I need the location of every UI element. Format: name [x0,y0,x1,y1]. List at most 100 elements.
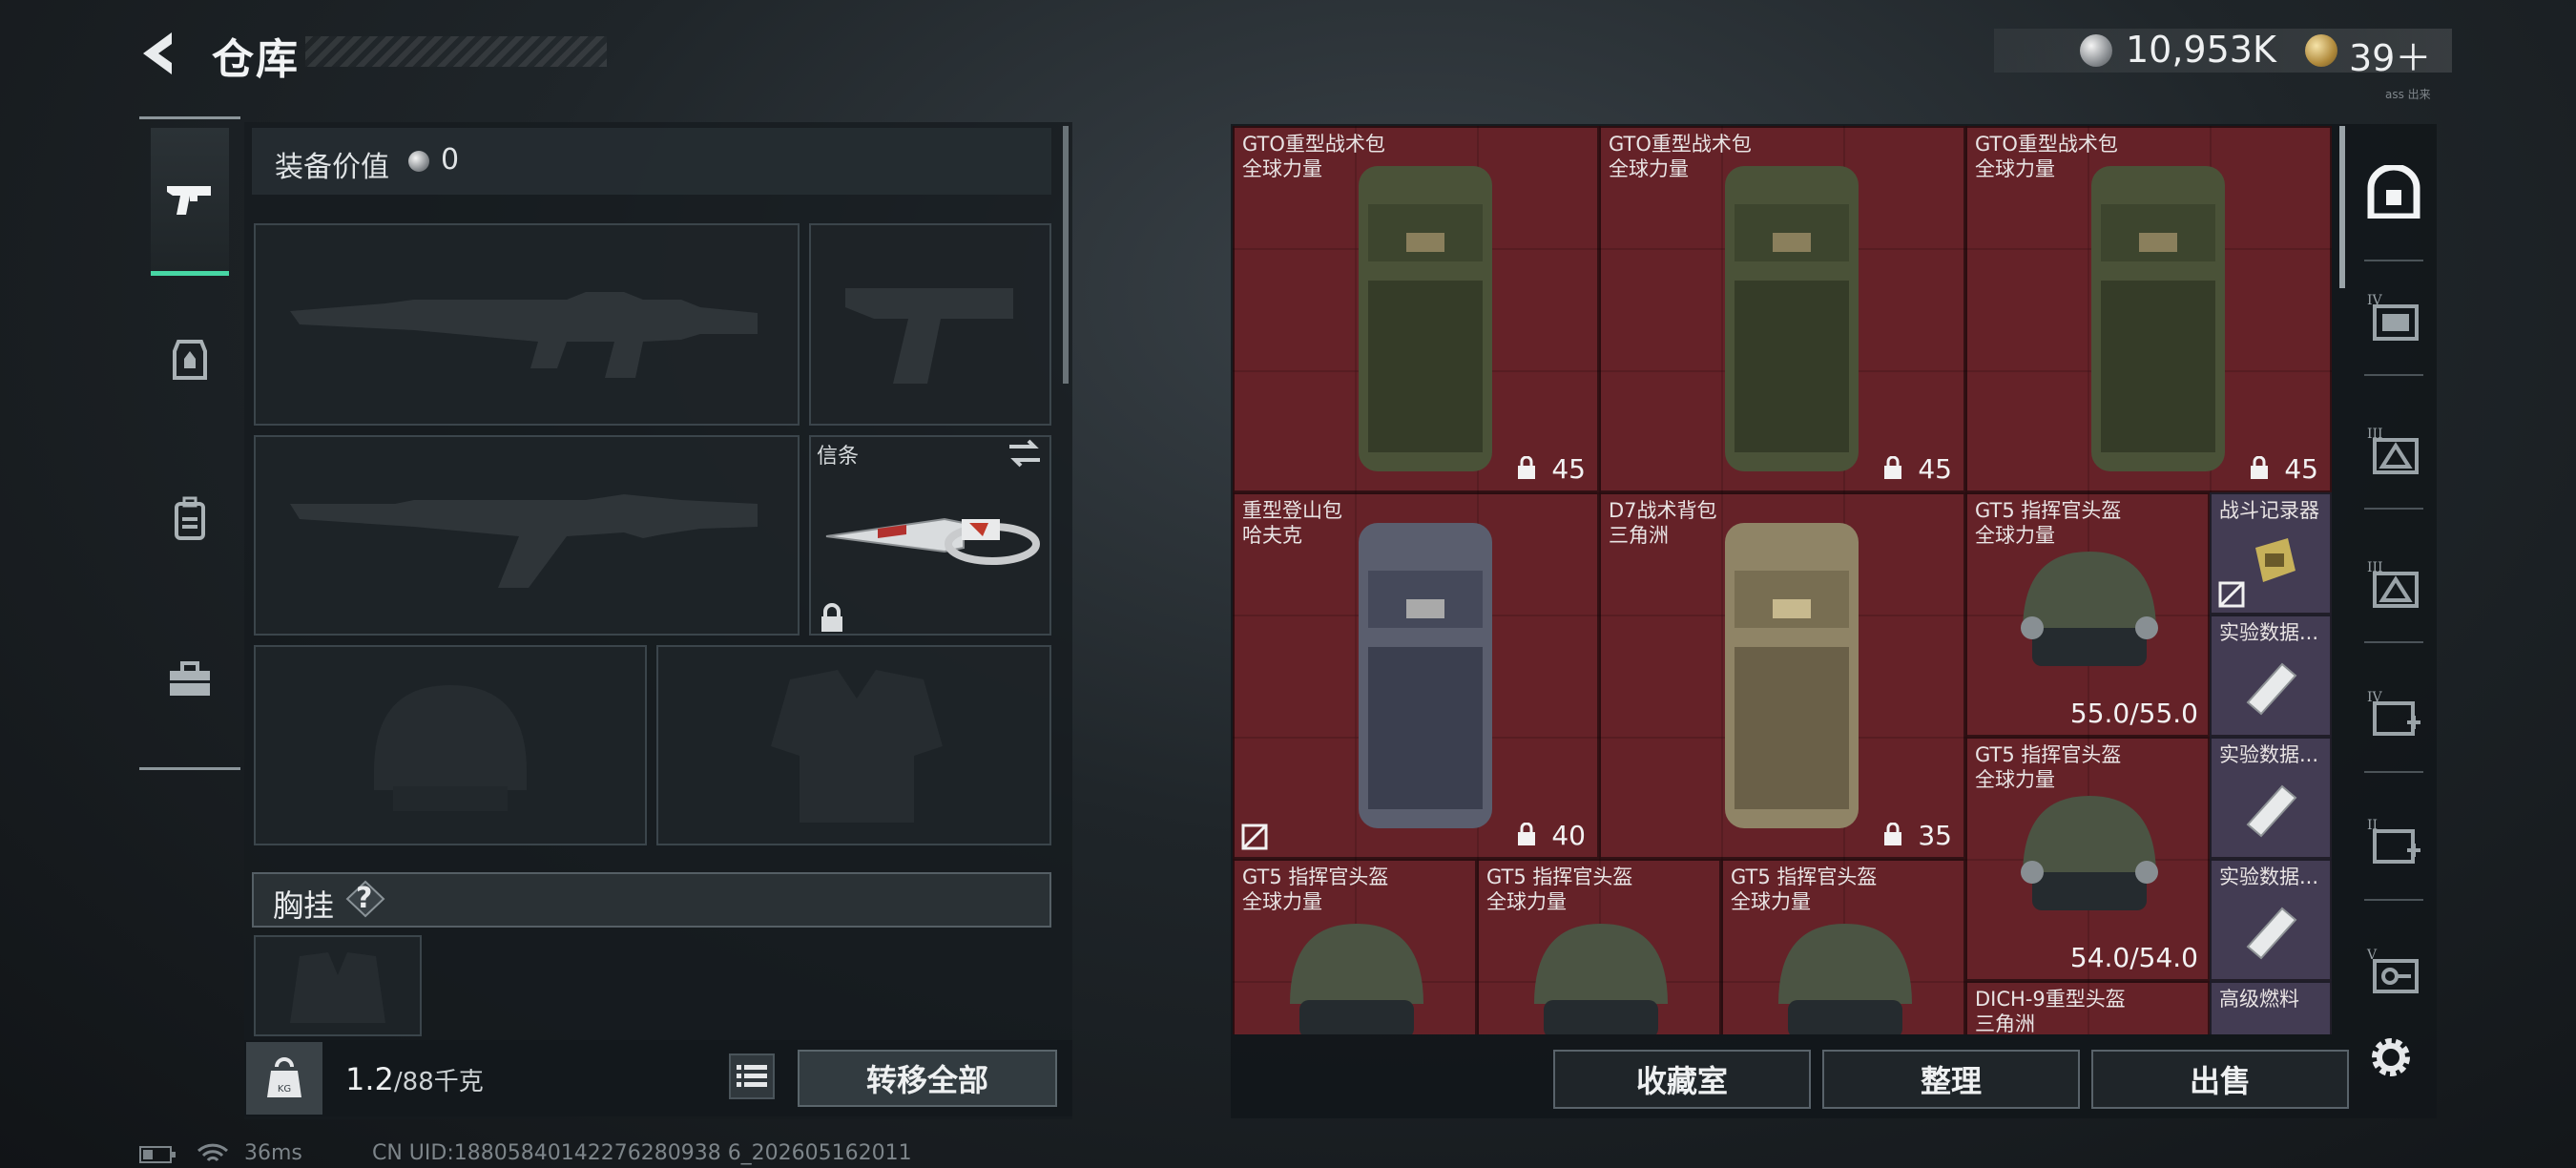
capacity-icon [1518,823,1535,845]
stash-item-d7-backpack[interactable]: D7战术背包 三角洲 35 [1599,492,1965,859]
item-name: GTO重型战术包 全球力量 [1975,133,2118,180]
item-name: 实验数据... [2219,866,2319,888]
secondary-rifle-slot[interactable] [254,435,800,636]
stash-item-gto-backpack-3[interactable]: GTO重型战术包 全球力量 45 [1965,126,2332,492]
item-name: 高级燃料 [2219,988,2299,1011]
list-view-button[interactable] [729,1053,775,1099]
stash-item-experiment-data-1[interactable]: 实验数据... [2210,615,2332,737]
item-name: D7战术背包 三角洲 [1609,499,1717,547]
pistol-silhouette-icon [845,288,1013,384]
gold-coin-icon [2305,34,2337,67]
ping-text: 36ms [244,1141,302,1165]
tab-weapons[interactable] [151,128,229,276]
transfer-all-button[interactable]: 转移全部 [798,1050,1057,1107]
category-tab-iii-b[interactable]: III [2360,550,2427,616]
backpack-icon [1725,523,1859,828]
item-name: GT5 指挥官头盔 全球力量 [1486,866,1633,913]
version-tag: ass 出来 [2385,88,2431,101]
carry-weight-max: /88千克 [393,1068,484,1096]
item-name: GT5 指挥官头盔 全球力量 [1731,866,1878,913]
tab-toolbox[interactable] [151,609,229,752]
key-case-icon: V [2366,948,2419,993]
stash-item-gt5-helmet-2[interactable]: GT5 指挥官头盔 全球力量 54.0/54.0 [1965,737,2210,981]
equipment-value-label: 装备价值 [275,151,389,184]
stash-item-gt5-helmet-4[interactable]: GT5 指挥官头盔 全球力量 [1477,859,1721,1034]
vest-silhouette-icon [771,670,943,823]
category-divider [2364,641,2423,643]
usb-drive-icon [2246,907,2297,960]
category-divider [2364,771,2423,773]
backpack-icon [175,496,205,540]
secondary-weapon-slot[interactable] [809,223,1051,426]
category-tab-iv-a[interactable]: IV [2360,282,2427,349]
item-durability: 55.0/55.0 [2069,698,2198,729]
triangle-case-icon: III [2367,560,2419,608]
helmet-icon [1778,924,1912,1034]
battery-icon [139,1146,176,1163]
wifi-icon [197,1143,229,1162]
helmet-icon [1290,924,1423,1034]
stash-item-gt5-helmet-3[interactable]: GT5 指挥官头盔 全球力量 [1233,859,1477,1034]
sort-button[interactable]: 整理 [1822,1050,2080,1109]
category-divider [2364,899,2423,901]
capacity-icon [2251,456,2268,479]
triangle-case-icon: III [2367,427,2419,474]
recorder-icon [2255,538,2296,582]
stash-item-experiment-data-2[interactable]: 实验数据... [2210,737,2332,859]
toolbox-icon [170,661,210,696]
category-tab-ii[interactable]: II [2360,807,2427,874]
grid-case-icon: IV [2367,293,2419,341]
item-name: GTO重型战术包 全球力量 [1242,133,1385,180]
back-button[interactable] [134,27,187,80]
helmet-slot[interactable] [254,645,647,845]
stash-item-dich9-helmet[interactable]: DICH-9重型头盔 三角洲 [1965,981,2210,1034]
stash-scrollbar[interactable] [2339,126,2345,288]
silver-coin-icon [2080,34,2112,67]
swap-icon[interactable] [1006,437,1044,469]
weight-icon-box: KG [246,1042,322,1115]
rifle-silhouette-icon [290,292,758,378]
tabs-divider-bottom [139,767,240,770]
item-name: GT5 指挥官头盔 全球力量 [1975,499,2122,547]
medical-case-icon: IV [2367,690,2420,736]
collection-room-button[interactable]: 收藏室 [1553,1050,1811,1109]
list-icon [737,1065,767,1087]
chest-rig-label: 胸挂 [273,887,335,924]
stash-item-gto-backpack-1[interactable]: GTO重型战术包 全球力量 45 [1233,126,1599,492]
category-tab-v[interactable]: V [2360,937,2427,1004]
loadout-scrollbar[interactable] [1063,126,1069,384]
capacity-icon [1518,456,1535,479]
stash-item-gt5-helmet-5[interactable]: GT5 指挥官头盔 全球力量 [1721,859,1965,1034]
category-tab-iii-a[interactable]: III [2360,416,2427,483]
title-decoration [305,36,607,67]
item-name: 战斗记录器 [2219,499,2319,522]
item-name: GT5 指挥官头盔 全球力量 [1975,743,2122,791]
category-all[interactable] [2360,158,2427,225]
not-insured-icon [2218,581,2245,608]
stash-grid: GTO重型战术包 全球力量 45 GTO重型战术包 全球力量 45 GTO重型战… [1233,126,2332,1034]
item-capacity: 45 [1918,453,1952,485]
stash-item-premium-fuel[interactable]: 高级燃料 [2210,981,2332,1034]
category-tab-iv-b[interactable]: IV [2360,679,2427,746]
stash-item-combat-recorder[interactable]: 战斗记录器 [2210,492,2332,615]
back-arrow-icon [143,32,172,74]
uid-text: CN UID:18805840142276280938 6_2026051620… [372,1141,912,1165]
usb-drive-icon [2246,662,2297,716]
primary-weapon-slot[interactable] [254,223,800,426]
pistol-icon [167,186,211,215]
tab-armor[interactable] [151,288,229,431]
gold-amount[interactable]: 39＋ [2349,29,2431,81]
stash-item-gt5-helmet-1[interactable]: GT5 指挥官头盔 全球力量 55.0/55.0 [1965,492,2210,737]
stash-item-mountain-backpack[interactable]: 重型登山包 哈夫克 40 [1233,492,1599,859]
body-armor-slot[interactable] [656,645,1051,845]
sell-button[interactable]: 出售 [2091,1050,2349,1109]
item-durability: 54.0/54.0 [2069,942,2198,973]
stash-item-gto-backpack-2[interactable]: GTO重型战术包 全球力量 45 [1599,126,1965,492]
tab-backpack[interactable] [151,447,229,590]
chest-rig-slot[interactable] [254,935,422,1036]
carry-weight-current: 1.2 [345,1061,394,1097]
capacity-icon [1884,823,1901,845]
item-name: GT5 指挥官头盔 全球力量 [1242,866,1389,913]
stash-item-experiment-data-3[interactable]: 实验数据... [2210,859,2332,981]
settings-gear-icon[interactable] [2364,1031,2418,1084]
